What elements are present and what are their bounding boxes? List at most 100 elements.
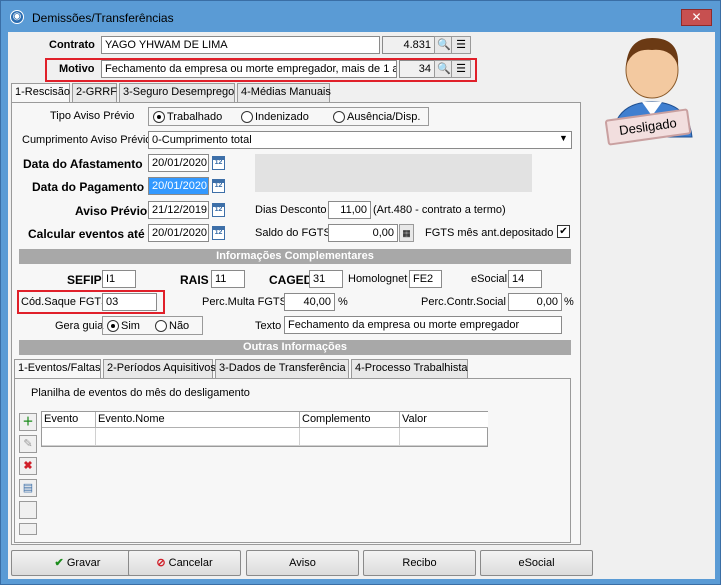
gera-guia-group: Sim Não xyxy=(102,316,203,335)
more-tool-icon[interactable] xyxy=(19,523,37,535)
tab-rescisao[interactable]: 1-Rescisão xyxy=(11,83,70,103)
radio-ausencia-label: Ausência/Disp. xyxy=(347,111,421,123)
dias-desconto-field[interactable]: 11,00 xyxy=(328,201,371,219)
calendar-icon[interactable]: 12 xyxy=(212,226,225,240)
aviso-button[interactable]: Aviso xyxy=(246,550,359,576)
perc-contr-field[interactable]: 0,00 xyxy=(508,293,562,311)
dias-desconto-label: Dias Desconto xyxy=(255,204,327,216)
column-header-evento-nome[interactable]: Evento.Nome xyxy=(96,412,300,428)
tab-processo-trabalhista[interactable]: 4-Processo Trabalhista xyxy=(351,359,468,378)
delete-icon[interactable]: ✖ xyxy=(19,457,37,475)
afastamento-label: Data do Afastamento xyxy=(23,157,143,171)
gera-guia-label: Gera guia xyxy=(55,320,104,332)
gravar-label: Gravar xyxy=(66,557,101,569)
saldo-fgts-label: Saldo do FGTS xyxy=(255,227,331,239)
column-header-evento[interactable]: Evento xyxy=(42,412,96,428)
planilha-label: Planilha de eventos do mês do desligamen… xyxy=(31,387,250,399)
perc-multa-label: Perc.Multa FGTS xyxy=(202,296,287,308)
close-button[interactable]: ✕ xyxy=(681,9,712,26)
tab-eventos-faltas[interactable]: 1-Eventos/Faltas xyxy=(14,359,101,379)
contrato-field[interactable]: YAGO YHWAM DE LIMA xyxy=(101,36,380,54)
motivo-field[interactable]: Fechamento da empresa ou morte empregado… xyxy=(101,60,397,78)
blank-tool-icon[interactable] xyxy=(19,501,37,519)
cell-divider xyxy=(95,428,96,446)
outras-tabs: 1-Eventos/Faltas 2-Períodos Aquisitivos … xyxy=(14,359,574,379)
cancel-icon: ⊘ xyxy=(156,557,169,569)
saque-fgts-field[interactable]: 03 xyxy=(102,293,157,311)
calcular-field[interactable]: 20/01/2020 xyxy=(148,224,209,242)
column-header-valor[interactable]: Valor xyxy=(400,412,488,428)
cancelar-label: Cancelar xyxy=(168,557,213,569)
afastamento-field[interactable]: 20/01/2020 xyxy=(148,154,209,172)
texto-field[interactable]: Fechamento da empresa ou morte empregado… xyxy=(284,316,562,334)
edit-icon[interactable]: ✎ xyxy=(19,435,37,453)
cell-divider xyxy=(299,428,300,446)
radio-nao[interactable] xyxy=(155,320,167,332)
texto-label: Texto xyxy=(255,320,282,332)
radio-indenizado[interactable] xyxy=(241,111,253,123)
tab-seguro-desemprego[interactable]: 3-Seguro Desemprego xyxy=(119,83,235,102)
app-icon: ◉ xyxy=(10,10,24,24)
contrato-label: Contrato xyxy=(49,39,95,51)
column-header-complemento[interactable]: Complemento xyxy=(300,412,400,428)
blank-area xyxy=(255,154,532,192)
check-icon: ✔ xyxy=(54,557,67,569)
perc-contr-unit: % xyxy=(564,296,574,308)
contrato-list-icon[interactable]: ☰ xyxy=(451,36,471,54)
recibo-button[interactable]: Recibo xyxy=(363,550,476,576)
cumprimento-select[interactable]: 0-Cumprimento total xyxy=(148,131,572,149)
gravar-button[interactable]: ✔ Gravar xyxy=(11,550,144,576)
tab-dados-transferencia[interactable]: 3-Dados de Transferência xyxy=(215,359,349,378)
radio-ausencia[interactable] xyxy=(333,111,345,123)
calendar-icon[interactable]: 12 xyxy=(212,179,225,193)
saldo-fgts-field[interactable]: 0,00 xyxy=(328,224,398,242)
caged-field[interactable]: 31 xyxy=(309,270,343,288)
table-row[interactable] xyxy=(42,428,487,446)
tab-grrf[interactable]: 2-GRRF xyxy=(72,83,117,102)
radio-nao-label: Não xyxy=(169,320,190,332)
perc-multa-field[interactable]: 40,00 xyxy=(284,293,335,311)
homolognet-label: Homolognet xyxy=(348,273,408,285)
cancelar-button[interactable]: ⊘ Cancelar xyxy=(128,550,241,576)
rais-field[interactable]: 11 xyxy=(211,270,245,288)
radio-trabalhado-label: Trabalhado xyxy=(167,111,223,123)
homolognet-field[interactable]: FE2 xyxy=(409,270,442,288)
calculator-icon[interactable]: ▦ xyxy=(399,224,414,242)
esocial-button[interactable]: eSocial xyxy=(480,550,593,576)
eventos-table[interactable]: Evento Evento.Nome Complemento Valor xyxy=(41,411,488,447)
calendar-icon[interactable]: 12 xyxy=(212,203,225,217)
cell-divider xyxy=(399,428,400,446)
tipo-aviso-group: Trabalhado Indenizado Ausência/Disp. xyxy=(148,107,429,126)
client-area: Contrato YAGO YHWAM DE LIMA 4.831 🔍 ☰ Mo… xyxy=(8,32,715,579)
fgts-mes-label: FGTS mês ant.depositado xyxy=(425,227,554,239)
perc-contr-label: Perc.Contr.Social xyxy=(421,296,506,308)
tab-periodos-aquisitivos[interactable]: 2-Períodos Aquisitivos xyxy=(103,359,216,378)
copy-icon[interactable]: ▤ xyxy=(19,479,37,497)
cumprimento-label: Cumprimento Aviso Prévio xyxy=(22,134,152,146)
perc-multa-unit: % xyxy=(338,296,348,308)
chevron-down-icon[interactable]: ▼ xyxy=(559,133,568,143)
eventos-panel: Planilha de eventos do mês do desligamen… xyxy=(14,378,571,543)
radio-trabalhado[interactable] xyxy=(153,111,165,123)
pagamento-field[interactable]: 20/01/2020 xyxy=(148,177,209,195)
saque-fgts-label: Cód.Saque FGTS xyxy=(21,296,109,308)
motivo-list-icon[interactable]: ☰ xyxy=(451,60,471,78)
add-icon[interactable]: ＋ xyxy=(19,413,37,431)
radio-sim[interactable] xyxy=(107,320,119,332)
radio-indenizado-label: Indenizado xyxy=(255,111,309,123)
aviso-previo-label: Aviso Prévio xyxy=(75,204,148,218)
contrato-code-field[interactable]: 4.831 xyxy=(382,36,435,54)
esocial-field[interactable]: 14 xyxy=(508,270,542,288)
calcular-label: Calcular eventos até xyxy=(28,227,145,241)
motivo-code-field[interactable]: 34 xyxy=(399,60,435,78)
esocial-label: eSocial xyxy=(471,273,508,285)
tab-medias-manuais[interactable]: 4-Médias Manuais xyxy=(237,83,331,102)
dias-desconto-note: (Art.480 - contrato a termo) xyxy=(373,204,506,216)
fgts-mes-checkbox[interactable]: ✔ xyxy=(557,225,570,238)
sefip-field[interactable]: I1 xyxy=(102,270,136,288)
calendar-icon[interactable]: 12 xyxy=(212,156,225,170)
aviso-previo-field[interactable]: 21/12/2019 xyxy=(148,201,209,219)
section-outras: Outras Informações xyxy=(19,340,571,355)
title-bar: ◉ Demissões/Transferências ✕ xyxy=(1,1,720,32)
radio-sim-label: Sim xyxy=(121,320,140,332)
